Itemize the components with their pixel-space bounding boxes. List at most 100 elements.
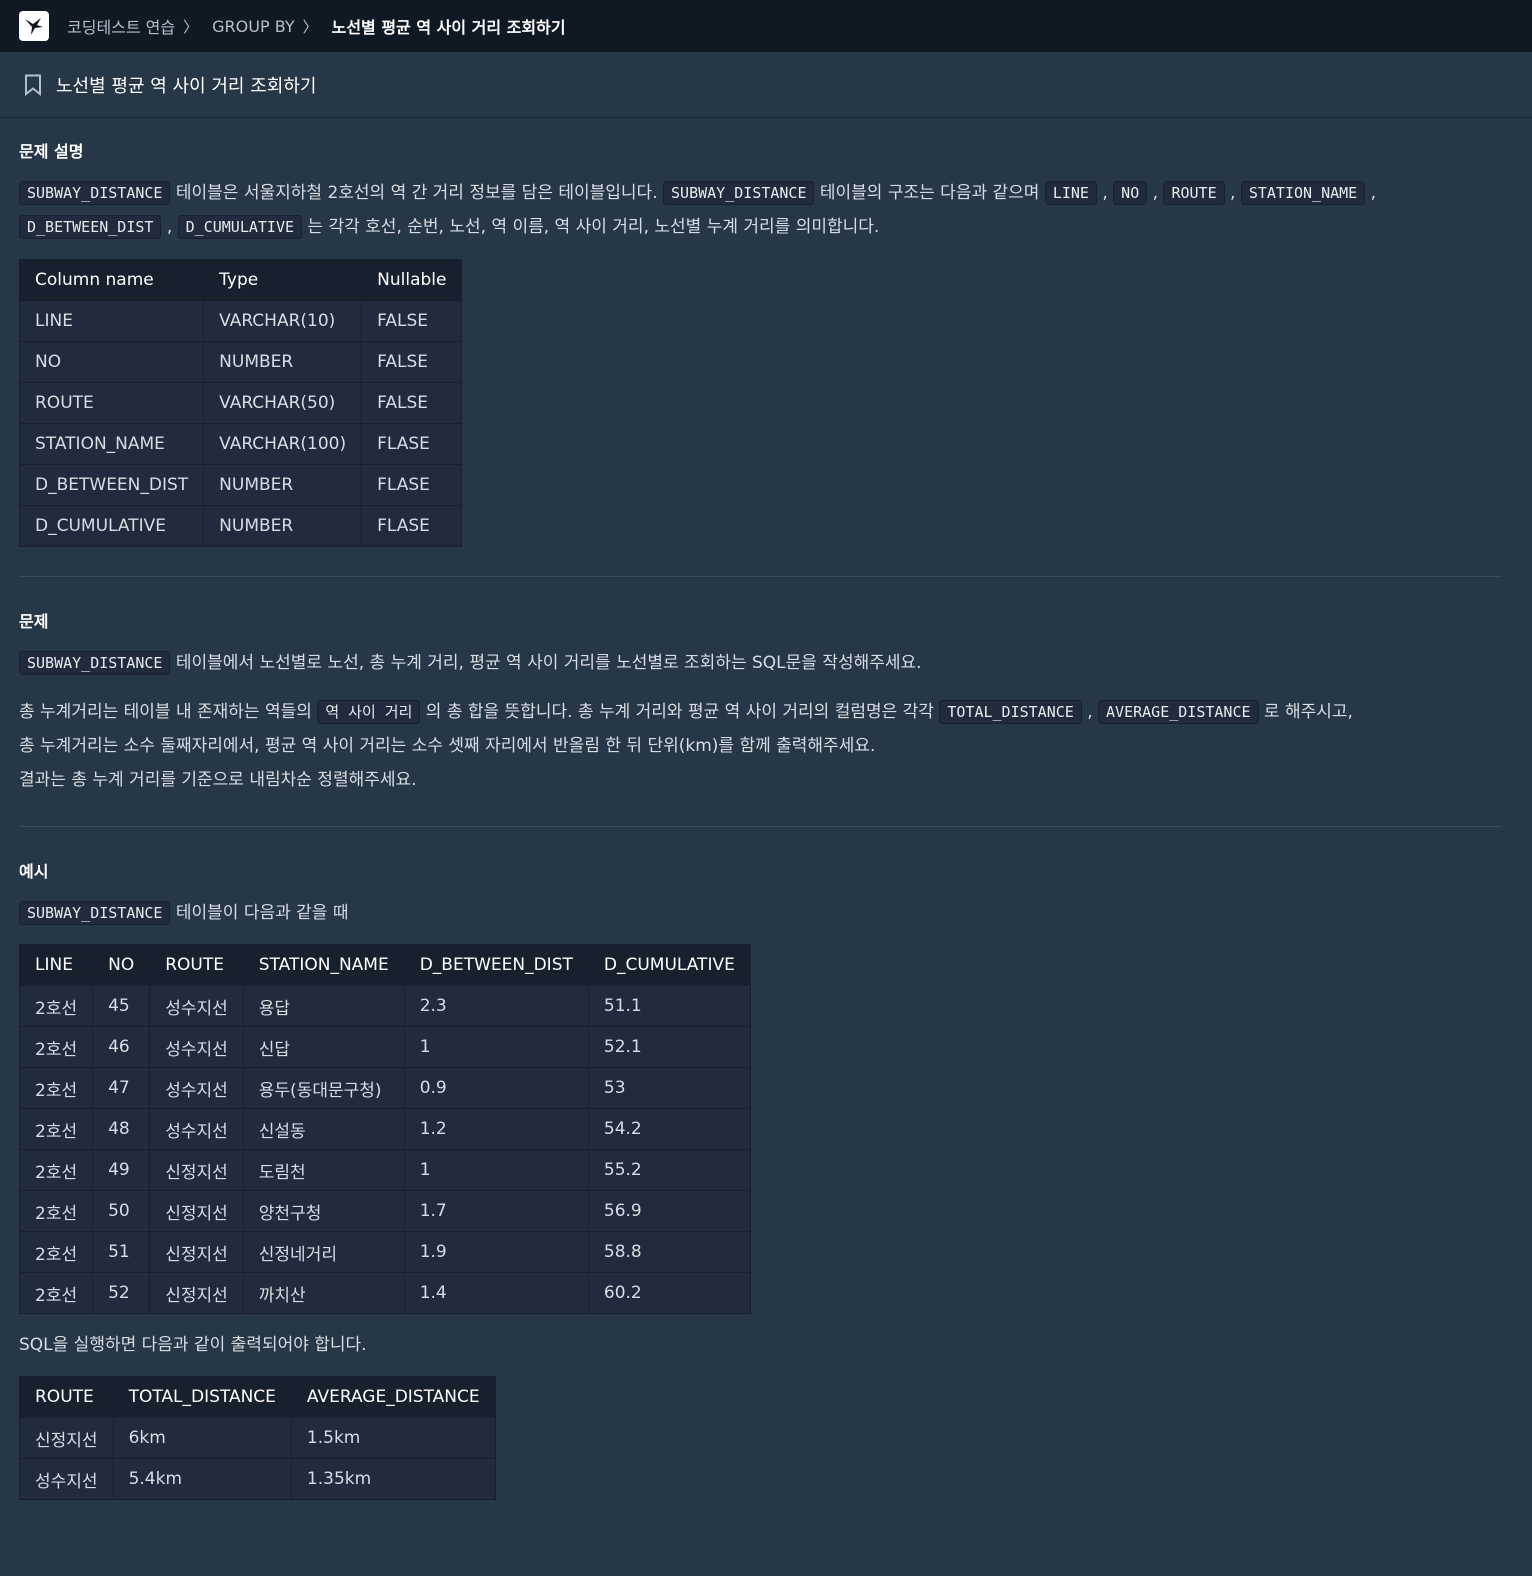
table-cell: 성수지선 (149, 1108, 244, 1150)
section-heading-example: 예시 (19, 862, 49, 881)
programmers-logo-icon[interactable] (19, 11, 49, 41)
inline-code: SUBWAY_DISTANCE (663, 181, 815, 205)
example-intro: SUBWAY_DISTANCE 테이블이 다음과 같을 때 (19, 896, 1502, 930)
inline-code: AVERAGE_DISTANCE (1098, 700, 1259, 724)
table-row: 신정지선 6km 1.5km (19, 1417, 496, 1459)
table-cell: 5.4km (112, 1458, 292, 1500)
table-cell: 2호선 (18, 1190, 94, 1232)
section-heading-description: 문제 설명 (19, 142, 84, 161)
description-line-2: D_BETWEEN_DIST , D_CUMULATIVE 는 각각 호선, 순… (19, 210, 1502, 244)
column-header: TOTAL_DISTANCE (112, 1376, 292, 1418)
table-row: NO NUMBER FALSE (18, 341, 463, 383)
table-cell: 53 (587, 1067, 751, 1109)
table-cell: 1.4 (403, 1272, 589, 1314)
divider (19, 826, 1502, 827)
table-row: 2호선 50 신정지선 양천구청 1.7 56.9 (18, 1190, 751, 1232)
problem-content: 문제 설명 SUBWAY_DISTANCE 테이블은 서울지하철 2호선의 역 … (0, 138, 1532, 1500)
table-row: 성수지선 5.4km 1.35km (19, 1458, 496, 1500)
text-segment: , (161, 217, 178, 237)
table-cell: 52.1 (587, 1026, 751, 1068)
problem-line-4: 결과는 총 누계 거리를 기준으로 내림차순 정렬해주세요. (19, 770, 417, 790)
inline-code: SUBWAY_DISTANCE (19, 901, 171, 925)
table-row: ROUTE VARCHAR(50) FALSE (18, 382, 463, 424)
inline-code: SUBWAY_DISTANCE (19, 651, 171, 675)
table-cell: 49 (92, 1149, 151, 1191)
column-header: Nullable (361, 259, 463, 301)
column-header: LINE (18, 944, 94, 986)
divider (19, 576, 1502, 577)
table-cell: NO (18, 341, 205, 383)
description-line-1: SUBWAY_DISTANCE 테이블은 서울지하철 2호선의 역 간 거리 정… (19, 176, 1502, 210)
table-cell: FLASE (361, 505, 463, 547)
table-row: 2호선 46 성수지선 신답 1 52.1 (18, 1026, 751, 1068)
table-cell: 46 (92, 1026, 151, 1068)
table-cell: 까치산 (242, 1272, 405, 1314)
section-heading-problem: 문제 (19, 612, 49, 631)
table-cell: 1.35km (290, 1458, 496, 1500)
table-cell: 48 (92, 1108, 151, 1150)
table-row: LINE VARCHAR(10) FALSE (18, 300, 463, 342)
table-cell: STATION_NAME (18, 423, 205, 465)
inline-code: D_BETWEEN_DIST (19, 215, 162, 239)
breadcrumb-item-coding-test[interactable]: 코딩테스트 연습 〉 (67, 14, 212, 38)
table-cell: 신설동 (242, 1108, 405, 1150)
table-cell: 용두(동대문구청) (242, 1067, 405, 1109)
table-cell: 1.5km (290, 1417, 496, 1459)
table-cell: 용답 (242, 985, 405, 1027)
table-cell: 2호선 (18, 1231, 94, 1273)
breadcrumb-item-group-by[interactable]: GROUP BY 〉 (212, 16, 331, 37)
table-cell: NUMBER (203, 464, 363, 506)
table-cell: 1 (403, 1149, 589, 1191)
inline-code: LINE (1044, 181, 1097, 205)
text-segment: 테이블이 다음과 같을 때 (170, 903, 349, 923)
table-row: D_CUMULATIVE NUMBER FLASE (18, 505, 463, 547)
table-row: 2호선 51 신정지선 신정네거리 1.9 58.8 (18, 1231, 751, 1273)
table-cell: 신답 (242, 1026, 405, 1068)
table-cell: 도림천 (242, 1149, 405, 1191)
table-cell: 신정지선 (149, 1190, 244, 1232)
inline-code: STATION_NAME (1240, 181, 1366, 205)
table-cell: 1.9 (403, 1231, 589, 1273)
table-cell: 54.2 (587, 1108, 751, 1150)
table-row: STATION_NAME VARCHAR(100) FLASE (18, 423, 463, 465)
column-header: STATION_NAME (242, 944, 405, 986)
top-navigation-bar: 코딩테스트 연습 〉 GROUP BY 〉 노선별 평균 역 사이 거리 조회하기 (0, 0, 1532, 52)
table-cell: 0.9 (403, 1067, 589, 1109)
table-cell: 1.2 (403, 1108, 589, 1150)
inline-code: NO (1113, 181, 1148, 205)
challenge-title-bar: 노선별 평균 역 사이 거리 조회하기 (0, 52, 1532, 118)
column-header: Column name (18, 259, 205, 301)
bookmark-icon[interactable] (24, 74, 42, 96)
table-cell: D_BETWEEN_DIST (18, 464, 205, 506)
text-segment: , (1096, 183, 1114, 203)
table-cell: 60.2 (587, 1272, 751, 1314)
table-cell: VARCHAR(100) (203, 423, 363, 465)
inline-code: ROUTE (1163, 181, 1225, 205)
problem-line-3: 총 누계거리는 소수 둘째자리에서, 평균 역 사이 거리는 소수 셋째 자리에… (19, 736, 876, 756)
table-cell: 56.9 (587, 1190, 751, 1232)
table-cell: 2호선 (18, 1026, 94, 1068)
problem-line-2: 총 누계거리는 테이블 내 존재하는 역들의 역 사이 거리 의 총 합을 뜻합… (19, 695, 1502, 729)
table-cell: 2.3 (403, 985, 589, 1027)
text-segment: 테이블에서 노선별로 노선, 총 누계 거리, 평균 역 사이 거리를 노선별로… (170, 653, 922, 673)
text-segment: , (1365, 183, 1377, 203)
table-cell: VARCHAR(10) (203, 300, 363, 342)
text-segment: 총 누계거리는 테이블 내 존재하는 역들의 (19, 702, 318, 722)
page-title: 노선별 평균 역 사이 거리 조회하기 (56, 75, 317, 97)
text-segment: 테이블의 구조는 다음과 같으며 (814, 183, 1045, 203)
table-cell: 신정지선 (149, 1231, 244, 1273)
text-segment: , (1147, 183, 1164, 203)
example-input-table: LINE NO ROUTE STATION_NAME D_BETWEEN_DIST D_C… (18, 944, 751, 1314)
table-cell: 2호선 (18, 985, 94, 1027)
column-header: Type (203, 259, 363, 301)
table-cell: 55.2 (587, 1149, 751, 1191)
table-cell: 2호선 (18, 1108, 94, 1150)
text-segment: , (1081, 702, 1099, 722)
table-row: 2호선 49 신정지선 도림천 1 55.2 (18, 1149, 751, 1191)
example-result-table: ROUTE TOTAL_DISTANCE AVERAGE_DISTANCE 신정지선 6… (19, 1376, 496, 1500)
problem-line-1: SUBWAY_DISTANCE 테이블에서 노선별로 노선, 총 누계 거리, … (19, 646, 1502, 680)
column-header: D_BETWEEN_DIST (403, 944, 589, 986)
column-header: NO (92, 944, 151, 986)
table-cell: 2호선 (18, 1272, 94, 1314)
table-cell: LINE (18, 300, 205, 342)
